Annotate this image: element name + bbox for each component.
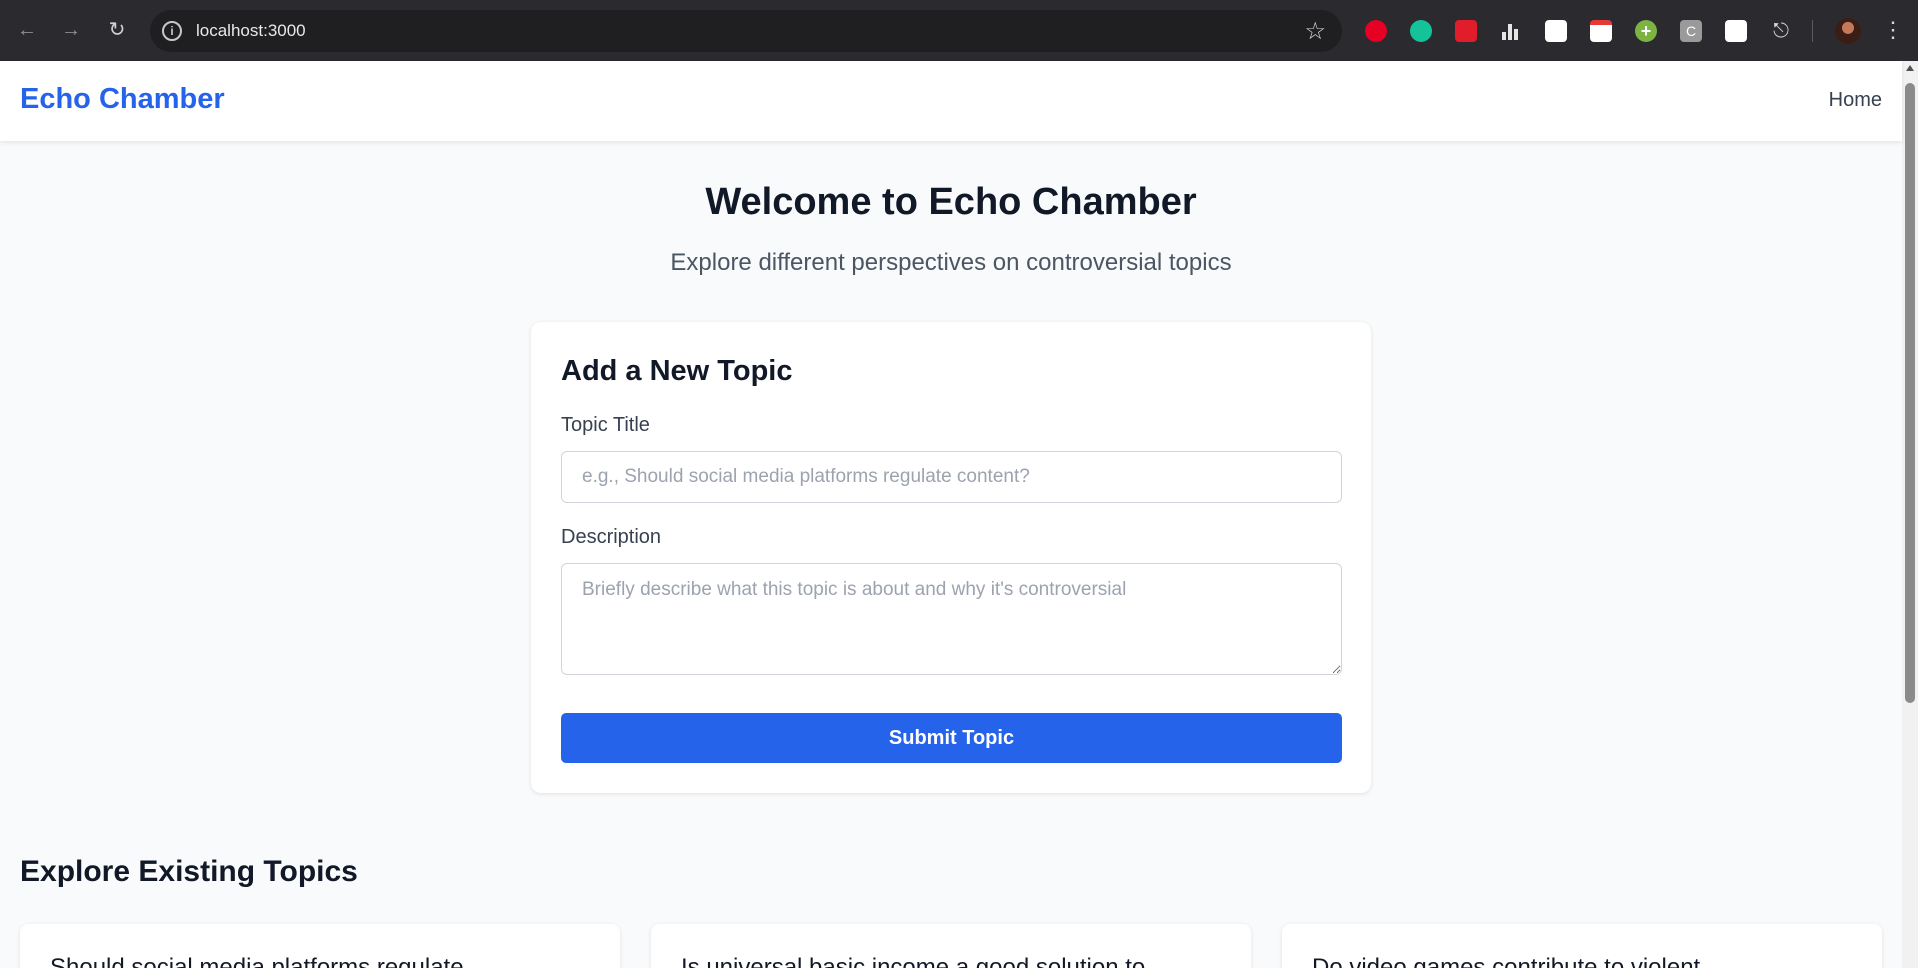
menu-kebab-icon[interactable]: ⋮ [1882,16,1904,44]
c-icon[interactable]: C [1680,20,1702,42]
reload-icon[interactable]: ↻ [102,15,132,45]
brand-logo[interactable]: Echo Chamber [20,83,225,116]
bars-icon[interactable] [1500,20,1522,42]
pinterest-icon[interactable] [1365,20,1387,42]
topic-title-input[interactable] [561,451,1342,503]
profile-avatar[interactable] [1835,18,1861,44]
toolbar-divider [1812,20,1813,42]
topic-title-label: Topic Title [561,414,650,436]
scroll-thumb[interactable] [1905,83,1915,703]
page-title: Welcome to Echo Chamber [705,181,1197,223]
puzzle-icon[interactable]: ⎋ [1770,20,1792,42]
nav-home-link[interactable]: Home [1829,89,1882,112]
browser-toolbar: ← → ↻ i localhost:3000 ☆ + C ⎋ ⋮ [0,0,1918,61]
form-title: Add a New Topic [561,355,793,387]
forward-arrow-icon[interactable]: → [56,15,86,45]
page-subtitle: Explore different perspectives on contro… [670,249,1232,276]
back-arrow-icon[interactable]: ← [12,15,42,45]
topics-section-title: Explore Existing Topics [20,855,358,888]
scroll-up-arrow-icon[interactable] [1906,65,1914,71]
description-textarea[interactable] [561,563,1342,675]
pdf-icon[interactable] [1455,20,1477,42]
app-header: Echo Chamber Home [0,61,1902,141]
chart-icon[interactable] [1725,20,1747,42]
url-text[interactable]: localhost:3000 [196,21,306,41]
description-label: Description [561,526,662,548]
bookmark-star-icon[interactable]: ☆ [1304,17,1326,46]
address-bar[interactable]: i localhost:3000 ☆ [150,10,1342,52]
topic-card-title: Do video games contribute to violent [1312,954,1701,968]
topic-card-title: Is universal basic income a good solutio… [681,954,1146,968]
page-scrollbar[interactable] [1902,61,1918,968]
topic-card[interactable]: Should social media platforms regulate [20,924,620,968]
topic-card-title: Should social media platforms regulate [50,954,464,968]
flag-icon[interactable] [1545,20,1567,42]
grammarly-icon[interactable] [1410,20,1432,42]
calendar-icon[interactable] [1590,20,1612,42]
site-info-icon[interactable]: i [162,21,182,41]
topic-card[interactable]: Do video games contribute to violent [1282,924,1882,968]
topic-card[interactable]: Is universal basic income a good solutio… [651,924,1251,968]
add-topic-card: Add a New Topic Topic Title Description … [531,322,1371,793]
submit-topic-button[interactable]: Submit Topic [561,713,1342,763]
plus-icon[interactable]: + [1635,20,1657,42]
